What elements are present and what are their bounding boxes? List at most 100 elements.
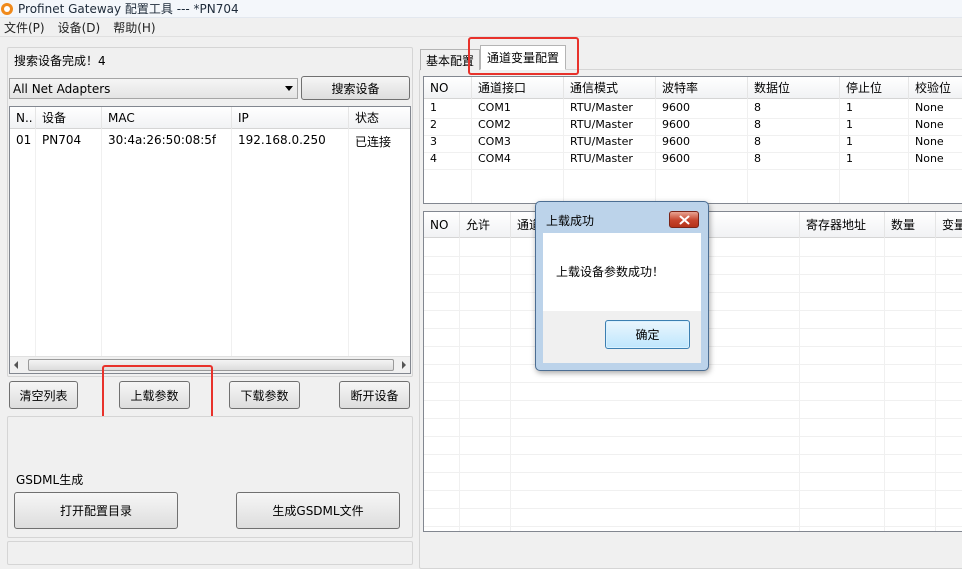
grid-line (424, 400, 962, 401)
dialog-message: 上载设备参数成功！ (556, 265, 665, 279)
channel-table-header: NO 通道接口 通信模式 波特率 数据位 停止位 校验位 (424, 77, 962, 99)
grid-line (424, 382, 962, 383)
cell-baud: 9600 (662, 118, 690, 131)
column-header-no[interactable]: NO (424, 212, 460, 238)
clear-list-button[interactable]: 清空列表 (9, 381, 78, 409)
cell-status: 已连接 (355, 135, 392, 149)
search-device-button[interactable]: 搜索设备 (301, 76, 410, 100)
grid-line (35, 129, 36, 373)
column-header-port[interactable]: 通道接口 (472, 77, 564, 99)
grid-line (884, 238, 885, 531)
menu-file[interactable]: 文件(P) (0, 19, 49, 36)
dialog-title: 上载成功 (546, 214, 595, 228)
column-header-register-address[interactable]: 寄存器地址 (800, 212, 885, 238)
column-header-status[interactable]: 状态 (349, 107, 410, 129)
grid-line (424, 526, 962, 527)
grid-line (424, 454, 962, 455)
cell-stop-bits: 1 (846, 118, 853, 131)
grid-line (799, 238, 800, 531)
cell-ip: 192.168.0.250 (238, 133, 326, 147)
column-header-mac[interactable]: MAC (102, 107, 232, 129)
cell-device: PN704 (42, 133, 82, 147)
menu-help[interactable]: 帮助(H) (109, 19, 159, 36)
dialog-ok-button[interactable]: 确定 (605, 320, 690, 349)
highlight-tab-box (468, 37, 579, 75)
dialog-close-button[interactable] (669, 211, 699, 228)
search-status-text: 搜索设备完成！4 (14, 54, 106, 68)
grid-line (231, 129, 232, 373)
column-header-baud[interactable]: 波特率 (656, 77, 748, 99)
cell-parity: None (915, 152, 944, 165)
grid-line (935, 238, 936, 531)
dialog-body: 上载设备参数成功！ (543, 233, 701, 311)
grid-line (424, 169, 962, 170)
column-header-no[interactable]: N.. (10, 107, 36, 129)
table-row[interactable]: 4 COM4 RTU/Master 9600 8 1 None (424, 152, 962, 169)
cell-mode: RTU/Master (570, 152, 633, 165)
open-config-dir-button[interactable]: 打开配置目录 (14, 492, 178, 529)
title-bar: Profinet Gateway 配置工具 --- *PN704 (0, 0, 962, 18)
cell-port: COM3 (478, 135, 511, 148)
cell-baud: 9600 (662, 152, 690, 165)
cell-no: 3 (430, 135, 437, 148)
table-row[interactable]: 1 COM1 RTU/Master 9600 8 1 None (424, 101, 962, 118)
download-params-button[interactable]: 下载参数 (229, 381, 300, 409)
column-header-data-bits[interactable]: 数据位 (748, 77, 840, 99)
grid-line (510, 238, 511, 531)
grid-line (424, 472, 962, 473)
disconnect-device-button[interactable]: 断开设备 (339, 381, 410, 409)
cell-data-bits: 8 (754, 152, 761, 165)
generate-gsdml-button[interactable]: 生成GSDML文件 (236, 492, 400, 529)
cell-no: 4 (430, 152, 437, 165)
chevron-down-icon (285, 86, 293, 91)
table-row[interactable]: 2 COM2 RTU/Master 9600 8 1 None (424, 118, 962, 135)
cell-parity: None (915, 135, 944, 148)
column-header-quantity[interactable]: 数量 (885, 212, 936, 238)
close-icon (679, 215, 689, 224)
cell-data-bits: 8 (754, 135, 761, 148)
column-header-ip[interactable]: IP (232, 107, 349, 129)
table-row[interactable]: 3 COM3 RTU/Master 9600 8 1 None (424, 135, 962, 152)
cell-port: COM2 (478, 118, 511, 131)
cell-mode: RTU/Master (570, 101, 633, 114)
adapter-select-value: All Net Adapters (13, 81, 111, 96)
grid-line (424, 490, 962, 491)
cell-mode: RTU/Master (570, 118, 633, 131)
grid-line (424, 436, 962, 437)
cell-data-bits: 8 (754, 101, 761, 114)
cell-stop-bits: 1 (846, 101, 853, 114)
cell-no: 1 (430, 101, 437, 114)
cell-baud: 9600 (662, 101, 690, 114)
app-logo-icon (1, 2, 13, 15)
column-header-mode[interactable]: 通信模式 (564, 77, 656, 99)
grid-line (424, 508, 962, 509)
column-header-parity[interactable]: 校验位 (909, 77, 962, 99)
column-header-stop-bits[interactable]: 停止位 (840, 77, 909, 99)
menu-device[interactable]: 设备(D) (54, 19, 105, 36)
scroll-right-icon[interactable] (402, 361, 406, 369)
grid-line (459, 238, 460, 531)
device-table: N.. 设备 MAC IP 状态 01 PN704 30:4a:26:50:08… (9, 106, 411, 374)
cell-stop-bits: 1 (846, 135, 853, 148)
table-row[interactable]: 01 PN704 30:4a:26:50:08:5f 192.168.0.250… (10, 133, 410, 151)
column-header-enable[interactable]: 允许 (460, 212, 511, 238)
column-header-variable[interactable]: 变量 (936, 212, 962, 238)
cell-parity: None (915, 118, 944, 131)
cell-baud: 9600 (662, 135, 690, 148)
device-table-header: N.. 设备 MAC IP 状态 (10, 107, 410, 129)
menu-bar: 文件(P) 设备(D) 帮助(H) (0, 18, 962, 37)
channel-table: NO 通道接口 通信模式 波特率 数据位 停止位 校验位 1 COM1 RTU/Ma… (423, 76, 962, 204)
grid-line (424, 418, 962, 419)
cell-no: 2 (430, 118, 437, 131)
cell-port: COM1 (478, 101, 511, 114)
scroll-left-icon[interactable] (14, 361, 18, 369)
adapter-select[interactable]: All Net Adapters (9, 78, 298, 99)
cell-stop-bits: 1 (846, 152, 853, 165)
column-header-no[interactable]: NO (424, 77, 472, 99)
cell-mac: 30:4a:26:50:08:5f (108, 133, 217, 147)
cell-data-bits: 8 (754, 118, 761, 131)
grid-line (101, 129, 102, 373)
column-header-device[interactable]: 设备 (36, 107, 102, 129)
gsdml-title: GSDML生成 (16, 473, 84, 487)
cell-parity: None (915, 101, 944, 114)
